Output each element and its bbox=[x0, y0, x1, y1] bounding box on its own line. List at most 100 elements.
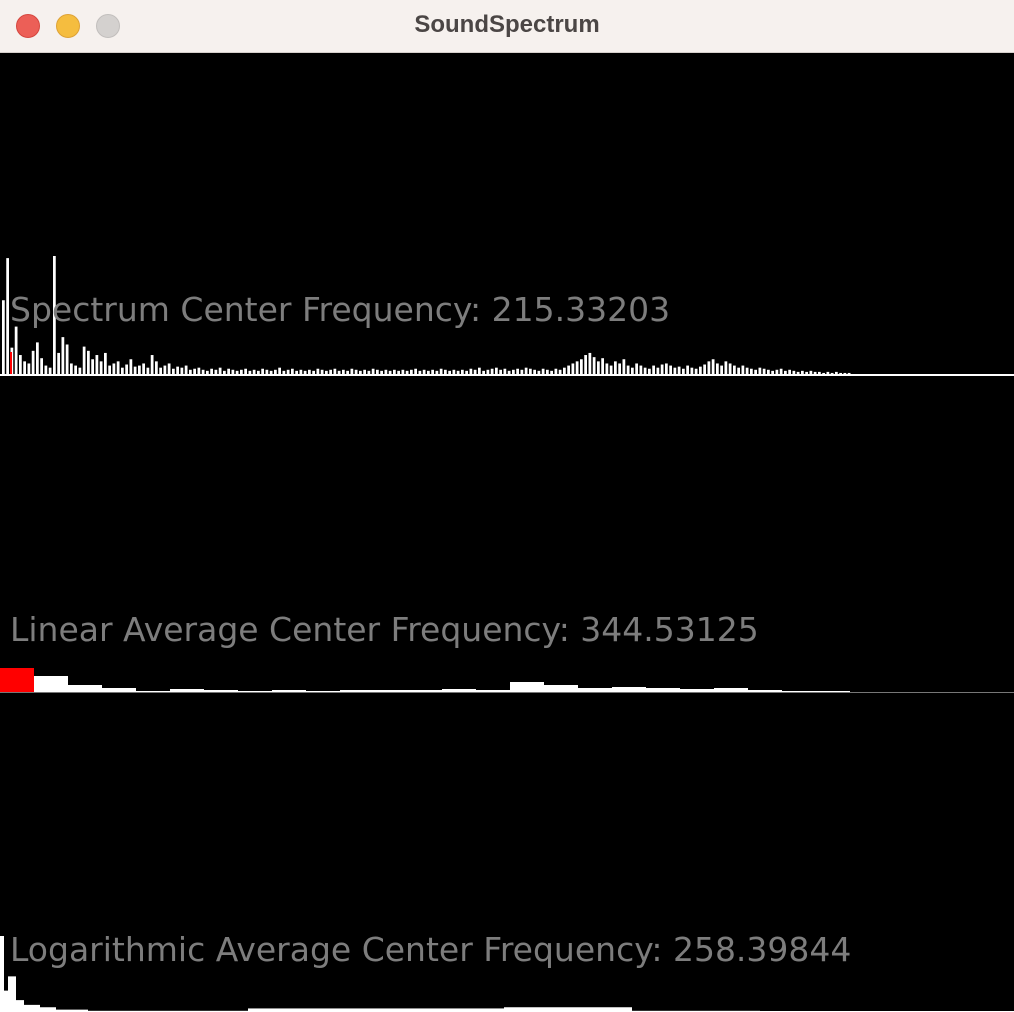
spectrum-bar bbox=[227, 368, 230, 374]
spectrum-bar bbox=[320, 369, 324, 374]
spectrum-bar bbox=[762, 368, 766, 374]
spectrum-bar bbox=[826, 371, 830, 374]
spectrum-bar bbox=[82, 346, 86, 374]
spectrum-bar bbox=[376, 369, 379, 374]
spectrum-bar bbox=[388, 370, 392, 374]
spectrum-bar bbox=[609, 365, 613, 374]
linear-baseline bbox=[0, 692, 1014, 693]
spectrum-bar bbox=[223, 370, 226, 374]
spectrum-bar bbox=[248, 370, 252, 374]
spectrum-bar bbox=[142, 363, 145, 374]
spectrum-bar bbox=[36, 342, 39, 374]
spectrum-bar bbox=[48, 367, 52, 374]
spectrum-bar bbox=[614, 361, 617, 374]
spectrum-bar bbox=[631, 367, 634, 374]
spectrum-bar bbox=[597, 361, 600, 374]
spectrum-bar bbox=[512, 369, 515, 374]
spectrum-bar bbox=[40, 358, 43, 374]
spectrum-bar bbox=[580, 359, 583, 374]
spectrum-bar bbox=[189, 369, 192, 374]
spectrum-bar bbox=[235, 370, 239, 374]
linear-bar bbox=[34, 676, 68, 692]
spectrum-bar bbox=[163, 365, 167, 374]
spectrum-bar bbox=[316, 368, 320, 374]
spectrum-bar bbox=[588, 352, 592, 374]
spectrum-bar bbox=[104, 352, 107, 374]
spectrum-bar bbox=[809, 370, 813, 374]
spectrum-bar bbox=[252, 369, 256, 374]
linear-bar bbox=[442, 689, 476, 692]
spectrum-center-marker bbox=[10, 352, 12, 374]
spectrum-bar bbox=[733, 365, 736, 374]
sketch-canvas: Spectrum Center Frequency: 215.33203 Lin… bbox=[0, 54, 1014, 1012]
spectrum-bar bbox=[125, 364, 128, 374]
spectrum-bar bbox=[822, 372, 825, 374]
spectrum-bar bbox=[707, 361, 711, 374]
linear-bar bbox=[408, 690, 442, 692]
spectrum-bar bbox=[444, 369, 447, 374]
spectrum-bar bbox=[682, 368, 685, 374]
spectrum-bar bbox=[541, 368, 545, 374]
spectrum-bar bbox=[133, 366, 137, 374]
spectrum-bar bbox=[312, 370, 315, 374]
spectrum-bar bbox=[847, 372, 851, 374]
spectrum-bar bbox=[592, 357, 596, 374]
spectrum-bar bbox=[193, 368, 196, 374]
spectrum-bar bbox=[699, 366, 702, 374]
linear-bar bbox=[646, 688, 680, 692]
linear-average-panel bbox=[0, 668, 1014, 693]
spectrum-bar bbox=[350, 368, 354, 374]
spectrum-bar bbox=[278, 367, 281, 374]
spectrum-bar bbox=[240, 369, 243, 374]
spectrum-bar bbox=[65, 344, 69, 374]
logarithmic-bar bbox=[0, 936, 4, 1012]
spectrum-bar bbox=[150, 355, 154, 374]
spectrum-bar bbox=[27, 363, 31, 374]
spectrum-bar bbox=[835, 371, 838, 374]
spectrum-bar bbox=[533, 369, 536, 374]
linear-bar bbox=[714, 688, 748, 692]
spectrum-bar bbox=[788, 369, 791, 374]
spectrum-bar bbox=[516, 368, 519, 374]
spectrum-bar bbox=[461, 369, 464, 374]
spectrum-bar bbox=[99, 361, 103, 374]
spectrum-bar bbox=[244, 368, 247, 374]
spectrum-bar bbox=[197, 367, 201, 374]
spectrum-bar bbox=[155, 361, 158, 374]
spectrum-bar bbox=[138, 365, 141, 374]
spectrum-bar bbox=[78, 367, 82, 374]
spectrum-bar bbox=[567, 365, 570, 374]
spectrum-bar bbox=[635, 363, 638, 374]
logarithmic-bar bbox=[4, 990, 8, 1012]
spectrum-bar bbox=[6, 258, 9, 374]
linear-bar bbox=[748, 690, 782, 692]
spectrum-bar bbox=[473, 369, 477, 374]
spectrum-bar bbox=[201, 369, 205, 374]
spectrum-bar bbox=[108, 365, 111, 374]
app-window: SoundSpectrum Spectrum Center Frequency:… bbox=[0, 0, 1014, 1012]
spectrum-bar bbox=[801, 370, 804, 374]
linear-bar bbox=[680, 689, 714, 692]
logarithmic-center-frequency-label: Logarithmic Average Center Frequency: 25… bbox=[10, 930, 851, 969]
spectrum-baseline bbox=[0, 374, 1014, 376]
spectrum-bar bbox=[214, 369, 218, 374]
spectrum-bar bbox=[87, 350, 90, 374]
spectrum-bar bbox=[180, 367, 184, 374]
spectrum-bar bbox=[371, 368, 375, 374]
spectrum-bar bbox=[750, 368, 753, 374]
spectrum-bar bbox=[482, 370, 485, 374]
spectrum-bar bbox=[269, 370, 273, 374]
spectrum-bar bbox=[818, 371, 821, 374]
logarithmic-bar bbox=[40, 1007, 56, 1012]
spectrum-bar bbox=[184, 365, 188, 374]
spectrum-bar bbox=[703, 364, 706, 374]
spectrum-bar bbox=[652, 365, 655, 374]
title-bar[interactable]: SoundSpectrum bbox=[0, 0, 1014, 53]
spectrum-bar bbox=[354, 369, 358, 374]
linear-bar bbox=[612, 687, 646, 692]
linear-bar bbox=[204, 690, 238, 692]
spectrum-bar bbox=[401, 369, 405, 374]
spectrum-bar bbox=[779, 368, 783, 374]
spectrum-bar bbox=[550, 370, 553, 374]
spectrum-bar bbox=[74, 365, 77, 374]
